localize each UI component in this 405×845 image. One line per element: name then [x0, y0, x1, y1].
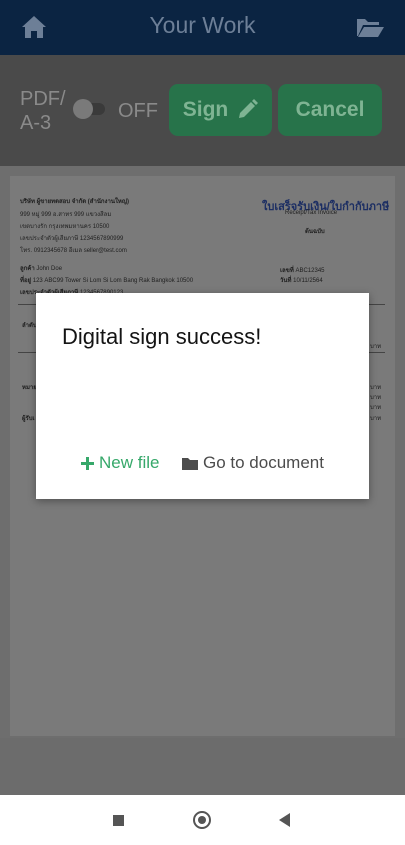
new-file-button[interactable]: New file: [81, 453, 159, 473]
plus-icon: [81, 456, 94, 470]
recents-icon[interactable]: [113, 815, 124, 826]
go-to-document-label: Go to document: [203, 453, 324, 472]
go-to-document-button[interactable]: Go to document: [182, 453, 324, 473]
dialog-message: Digital sign success!: [62, 324, 262, 349]
modal-overlay: Digital sign success! New file Go to doc…: [0, 0, 405, 795]
home-circle-icon[interactable]: [193, 811, 211, 829]
success-dialog: Digital sign success! New file Go to doc…: [36, 293, 369, 499]
new-file-label: New file: [99, 453, 160, 472]
back-icon[interactable]: [279, 813, 290, 827]
system-nav-bar: [0, 795, 405, 845]
folder-icon: [182, 457, 198, 470]
